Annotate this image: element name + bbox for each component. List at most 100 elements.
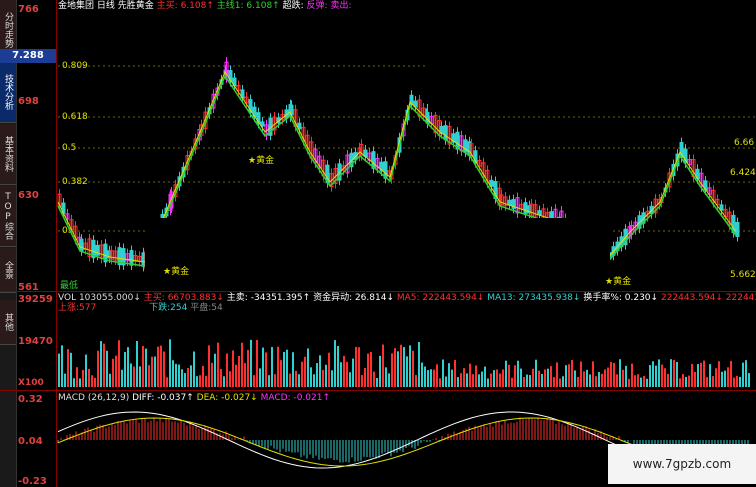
volume-bar-41 [181, 369, 183, 387]
mask-top-right [428, 0, 756, 112]
volume-bar-75 [283, 351, 285, 387]
volume-bar-40 [178, 364, 180, 387]
right-price-1: 6.66 [734, 138, 755, 148]
volume-bar-138 [472, 374, 474, 387]
volume-bar-123 [427, 370, 429, 387]
volume-bar-107 [379, 355, 381, 387]
vol-axis-top: 39259 [18, 294, 53, 305]
volume-bar-143 [487, 378, 489, 387]
vol-ma5: MA5: 222443.594↓ [396, 293, 485, 303]
volume-bar-194 [640, 377, 642, 387]
volume-bar-110 [388, 373, 390, 387]
candle-body-123 [523, 202, 528, 214]
gold-label-1: ★黄金 [248, 156, 275, 166]
fib-0: 0. [62, 226, 71, 236]
volume-bar-38 [172, 360, 174, 387]
volume-bar-181 [601, 373, 603, 387]
volume-bar-23 [127, 347, 129, 387]
vol-axis-bottom: X100 [18, 378, 44, 388]
volume-bar-71 [271, 347, 273, 387]
volume-bar-178 [592, 361, 594, 387]
candle-body-102 [443, 125, 448, 141]
volume-bar-18 [112, 358, 114, 387]
volume-bar-43 [187, 367, 189, 387]
volume-bar-200 [658, 359, 660, 387]
volume-bar-52 [214, 353, 216, 387]
volume-bar-121 [421, 362, 423, 387]
vol-extra-2: 222443 [725, 293, 756, 303]
header-label-4: 反弹: [306, 1, 328, 11]
vol-axis-mid: 19470 [18, 336, 53, 347]
volume-bar-208 [682, 374, 684, 387]
volume-bar-170 [568, 364, 570, 387]
volume-bar-202 [664, 368, 666, 387]
volume-bar-50 [208, 345, 210, 387]
volume-bar-162 [544, 369, 546, 387]
vol-fund-change: 资金异动: 26.814↓ [313, 293, 394, 303]
volume-bar-8 [82, 369, 84, 387]
volume-bar-53 [217, 342, 219, 387]
low-label: 最低 [60, 281, 79, 291]
volume-bar-5 [73, 378, 75, 387]
volume-bar-227 [739, 376, 741, 387]
volume-bar-84 [310, 367, 312, 387]
volume-bar-191 [631, 363, 633, 387]
fib-05: 0.5 [62, 143, 77, 153]
volume-bar-72 [274, 374, 276, 387]
volume-bar-33 [157, 346, 159, 387]
macd-header: MACD (26,12,9) DIFF: -0.037↑ DEA: -0.027… [58, 392, 330, 404]
volume-bar-91 [331, 370, 333, 387]
volume-bar-183 [607, 367, 609, 387]
volume-bar-46 [196, 376, 198, 387]
vol-extra-1: 222443.594↓ [660, 293, 723, 303]
volume-bar-230 [748, 373, 750, 387]
volume-bar-17 [109, 373, 111, 387]
volume-bar-198 [652, 361, 654, 387]
indicator-name: 先胜黄金 [117, 1, 154, 11]
volume-bar-146 [496, 369, 498, 387]
volume-bar-21 [121, 369, 123, 387]
volume-bar-118 [412, 350, 414, 387]
volume-bar-218 [712, 376, 714, 387]
volume-bar-36 [166, 377, 168, 387]
volume-bar-115 [403, 347, 405, 387]
volume-bar-100 [358, 347, 360, 387]
volume-bar-120 [418, 342, 420, 387]
volume-bar-129 [445, 376, 447, 387]
volume-bar-24 [130, 363, 132, 387]
volume-bar-79 [295, 370, 297, 387]
volume-bar-85 [313, 374, 315, 387]
candle-body-127 [537, 210, 542, 216]
volume-bar-131 [451, 369, 453, 387]
volume-bar-19 [115, 355, 117, 387]
volume-bar-65 [253, 375, 255, 387]
volume-bar-74 [280, 360, 282, 387]
volume-bar-78 [292, 352, 294, 387]
volume-bar-204 [670, 359, 672, 387]
volume-bar-137 [469, 363, 471, 387]
volume-bar-229 [745, 360, 747, 387]
volume-bar-142 [484, 366, 486, 387]
volume-bar-197 [649, 365, 651, 387]
volume-bar-226 [736, 375, 738, 387]
volume-bar-201 [661, 364, 663, 387]
volume-bar-139 [475, 365, 477, 387]
volume-bar-174 [580, 361, 582, 387]
volume-bar-6 [76, 367, 78, 387]
volume-bar-209 [685, 376, 687, 387]
header-value-2: 6.108↑ [246, 1, 280, 11]
volume-bar-11 [91, 375, 93, 387]
vol-ma13: MA13: 273435.938↓ [487, 293, 581, 303]
macd-axis-bottom: -0.23 [18, 476, 47, 487]
volume-bar-192 [634, 375, 636, 387]
volume-bar-161 [541, 374, 543, 387]
candle-body-178 [735, 221, 740, 238]
volume-bar-69 [265, 352, 267, 387]
volume-bar-193 [637, 374, 639, 387]
volume-bar-205 [673, 359, 675, 387]
volume-bar-94 [340, 362, 342, 387]
fib-0809: 0.809 [62, 61, 88, 71]
volume-bar-7 [79, 378, 81, 387]
volume-bar-166 [556, 362, 558, 387]
volume-bar-14 [100, 341, 102, 387]
